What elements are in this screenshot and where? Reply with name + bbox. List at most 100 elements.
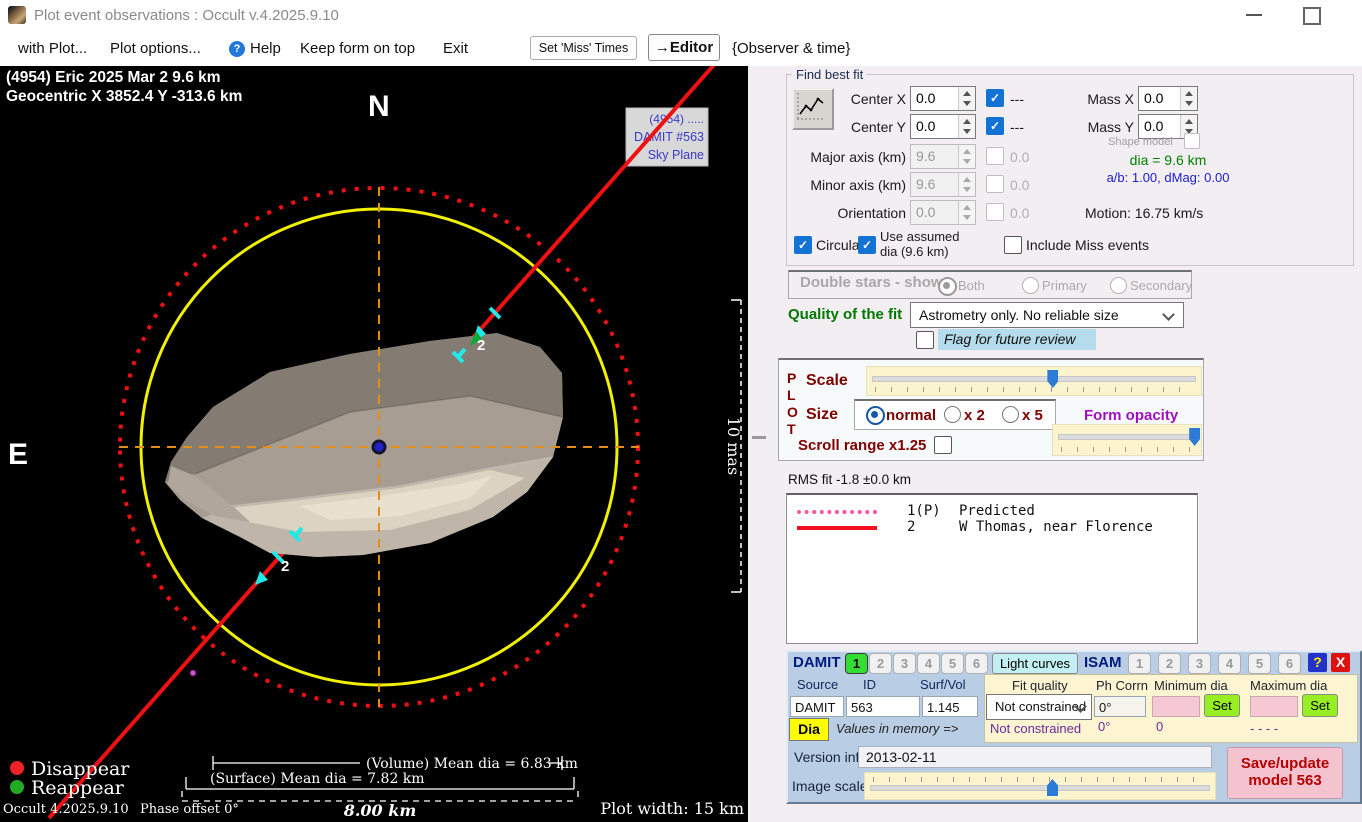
id-value: 563 bbox=[851, 700, 873, 715]
form-opacity-slider[interactable] bbox=[1052, 424, 1202, 456]
center-x-spinner[interactable]: 0.0 bbox=[910, 86, 976, 111]
menu-plot-options[interactable]: Plot options... bbox=[110, 40, 201, 57]
major-axis-checkbox[interactable] bbox=[986, 147, 1004, 165]
close-button[interactable]: X bbox=[1331, 653, 1350, 672]
include-miss-checkbox[interactable] bbox=[1004, 236, 1022, 254]
observer-time-label: {Observer & time} bbox=[732, 40, 850, 57]
ph-corrn-value: 0° bbox=[1099, 700, 1111, 715]
circular-label: Circular bbox=[816, 237, 864, 253]
menu-exit[interactable]: Exit bbox=[443, 40, 468, 57]
circular-checkbox[interactable] bbox=[794, 236, 812, 254]
chord-label-upper: 2 bbox=[477, 337, 485, 354]
memory-ph-corrn: 0° bbox=[1098, 719, 1110, 734]
help-icon[interactable] bbox=[229, 41, 245, 57]
isam-tab-5[interactable]: 5 bbox=[1248, 653, 1271, 674]
chord-label-lower: 2 bbox=[281, 558, 289, 575]
isam-tab-4[interactable]: 4 bbox=[1218, 653, 1241, 674]
double-stars-primary-radio[interactable] bbox=[1022, 277, 1039, 294]
scale-slider[interactable] bbox=[866, 366, 1202, 396]
mass-x-spin-arrows[interactable] bbox=[1180, 87, 1197, 110]
set-minimum-button[interactable]: Set bbox=[1204, 694, 1240, 717]
scroll-range-checkbox[interactable] bbox=[934, 436, 952, 454]
damit-tab-2[interactable]: 2 bbox=[869, 653, 892, 674]
minimum-dia-header: Minimum dia bbox=[1154, 678, 1228, 693]
version-info-label: Version info bbox=[794, 749, 867, 765]
image-scale-slider[interactable] bbox=[864, 772, 1216, 800]
reappear-label: Reappear bbox=[31, 777, 125, 799]
help-button[interactable]: ? bbox=[1308, 653, 1327, 672]
isam-tab-6[interactable]: 6 bbox=[1278, 653, 1301, 674]
major-axis-value: 9.6 bbox=[916, 148, 935, 164]
sky-plane-plot[interactable]: (4954) ..... DAMIT #563 Sky Plane bbox=[0, 66, 748, 822]
orientation-label: Orientation bbox=[776, 205, 906, 221]
id-field[interactable]: 563 bbox=[846, 696, 920, 717]
source-field: DAMIT bbox=[790, 696, 844, 717]
damit-tab-1[interactable]: 1 bbox=[845, 653, 868, 674]
major-axis-spinner[interactable]: 9.6 bbox=[910, 144, 976, 169]
center-x-checkbox[interactable] bbox=[986, 89, 1004, 107]
shape-model-checkbox[interactable] bbox=[1184, 133, 1200, 149]
minor-axis-checkbox[interactable] bbox=[986, 175, 1004, 193]
fit-quality-value: Not constrained bbox=[995, 699, 1086, 714]
orientation-checkbox[interactable] bbox=[986, 203, 1004, 221]
image-scale-label: Image scale bbox=[792, 778, 867, 794]
damit-tab-4[interactable]: 4 bbox=[917, 653, 940, 674]
shape-model-label: Shape model bbox=[1108, 136, 1173, 148]
ph-corrn-field[interactable]: 0° bbox=[1094, 696, 1146, 717]
observer-listbox[interactable]: 1(P) Predicted 2 W Thomas, near Florence bbox=[786, 493, 1198, 644]
double-stars-secondary-radio[interactable] bbox=[1110, 277, 1127, 294]
set-miss-times-button[interactable]: Set 'Miss' Times bbox=[530, 36, 637, 60]
center-y-spin-arrows[interactable] bbox=[958, 115, 975, 138]
light-curves-button[interactable]: Light curves bbox=[992, 653, 1078, 674]
size-x5-label: x 5 bbox=[1022, 407, 1043, 424]
quality-label: Quality of the fit bbox=[788, 306, 902, 323]
center-y-checkbox[interactable] bbox=[986, 117, 1004, 135]
menu-help[interactable]: Help bbox=[250, 40, 281, 57]
isam-tab-3[interactable]: 3 bbox=[1188, 653, 1211, 674]
stray-point bbox=[190, 670, 196, 676]
isam-tab-2[interactable]: 2 bbox=[1158, 653, 1181, 674]
menu-keep-on-top[interactable]: Keep form on top bbox=[300, 40, 415, 57]
use-assumed-dia-checkbox[interactable] bbox=[858, 236, 876, 254]
size-x2-radio[interactable] bbox=[944, 406, 961, 423]
minor-axis-spinner[interactable]: 9.6 bbox=[910, 172, 976, 197]
window-title: Plot event observations : Occult v.4.202… bbox=[34, 7, 339, 24]
isam-tab-1[interactable]: 1 bbox=[1128, 653, 1151, 674]
quality-dropdown[interactable]: Astrometry only. No reliable size bbox=[910, 302, 1184, 328]
scale-slider-thumb[interactable] bbox=[1047, 370, 1058, 388]
center-x-spin-arrows[interactable] bbox=[958, 87, 975, 110]
version-info-field[interactable]: 2013-02-11 bbox=[858, 746, 1212, 768]
include-miss-label: Include Miss events bbox=[1026, 237, 1149, 253]
dia-button[interactable]: Dia bbox=[789, 718, 829, 741]
editor-button[interactable]: →Editor bbox=[648, 34, 720, 61]
minimum-dia-field[interactable] bbox=[1152, 696, 1200, 717]
flag-review-checkbox[interactable] bbox=[916, 331, 934, 349]
center-x-value: 0.0 bbox=[916, 90, 935, 106]
ph-corrn-header: Ph Corrn bbox=[1096, 678, 1148, 693]
double-stars-both-radio[interactable] bbox=[938, 277, 957, 296]
mas-scale-label: 10 mas bbox=[724, 417, 743, 475]
size-x5-radio[interactable] bbox=[1002, 406, 1019, 423]
mass-y-label: Mass Y bbox=[1060, 119, 1134, 135]
menu-with-plot[interactable]: with Plot... bbox=[18, 40, 87, 57]
form-opacity-thumb[interactable] bbox=[1189, 428, 1200, 446]
set-maximum-button[interactable]: Set bbox=[1302, 694, 1338, 717]
mass-x-spinner[interactable]: 0.0 bbox=[1138, 86, 1198, 111]
mass-x-value: 0.0 bbox=[1144, 90, 1163, 106]
center-y-spinner[interactable]: 0.0 bbox=[910, 114, 976, 139]
damit-tab-5[interactable]: 5 bbox=[941, 653, 964, 674]
image-scale-track bbox=[870, 785, 1210, 791]
use-assumed-label-line2: dia (9.6 km) bbox=[880, 244, 949, 259]
maximum-dia-field[interactable] bbox=[1250, 696, 1298, 717]
maximize-icon[interactable] bbox=[1303, 7, 1321, 25]
splitter-handle[interactable] bbox=[752, 436, 766, 439]
damit-tab-6[interactable]: 6 bbox=[965, 653, 988, 674]
save-update-model-button[interactable]: Save/update model 563 bbox=[1227, 747, 1343, 799]
size-normal-radio[interactable] bbox=[866, 406, 885, 425]
minimize-icon[interactable] bbox=[1246, 14, 1262, 16]
damit-tab-3[interactable]: 3 bbox=[893, 653, 916, 674]
orientation-spinner[interactable]: 0.0 bbox=[910, 200, 976, 225]
rms-fit-label: RMS fit -1.8 ±0.0 km bbox=[788, 472, 911, 487]
fit-quality-dropdown[interactable]: Not constrained bbox=[986, 694, 1092, 720]
orientation-spin-arrows bbox=[958, 201, 975, 224]
